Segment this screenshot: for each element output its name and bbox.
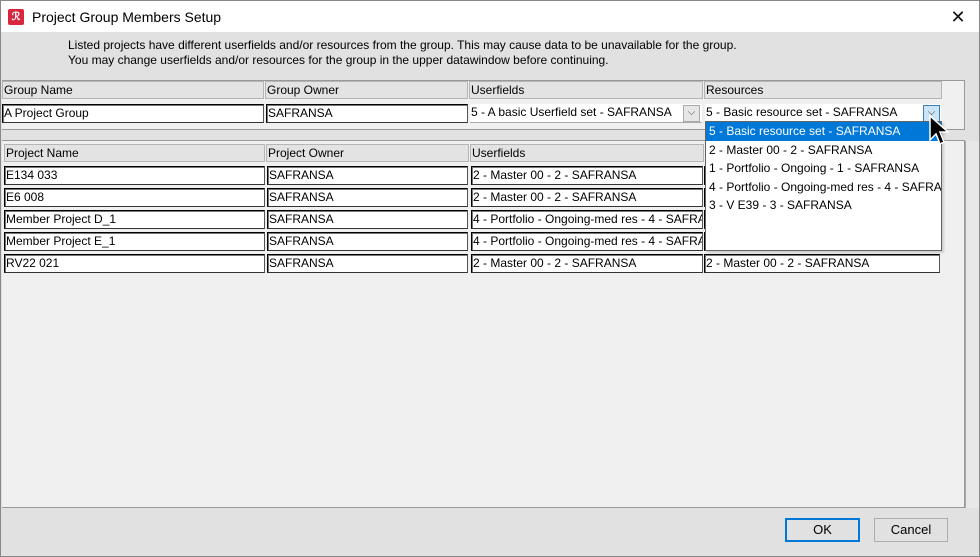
dropdown-option[interactable]: 3 - V E39 - 3 - SAFRANSA (706, 196, 941, 215)
project-owner-cell[interactable]: SAFRANSA (267, 166, 468, 185)
window-title: Project Group Members Setup (32, 9, 222, 25)
header-group-name: Group Name (2, 81, 264, 99)
project-userfields-cell[interactable]: 2 - Master 00 - 2 - SAFRANSA (471, 166, 703, 185)
userfields-dropdown-button[interactable]: ⌵ (683, 105, 700, 122)
header-project-name: Project Name (4, 144, 265, 162)
chevron-down-icon: ⌵ (687, 107, 696, 118)
group-userfields-select[interactable]: 5 - A basic Userfield set - SAFRANSA (470, 104, 702, 123)
group-owner-field[interactable]: SAFRANSA (266, 104, 468, 123)
dropdown-option[interactable]: 1 - Portfolio - Ongoing - 1 - SAFRANSA (706, 159, 941, 178)
group-name-field[interactable]: A Project Group (2, 104, 264, 123)
close-icon: ✕ (950, 7, 966, 27)
project-owner-cell[interactable]: SAFRANSA (267, 254, 468, 273)
project-name-cell[interactable]: E6 008 (4, 188, 265, 207)
header-group-resources: Resources (704, 81, 942, 99)
header-project-owner: Project Owner (266, 144, 469, 162)
title-bar: ℛ Project Group Members Setup ✕ (1, 1, 979, 32)
dropdown-option[interactable]: 5 - Basic resource set - SAFRANSA (706, 122, 941, 141)
project-name-cell[interactable]: E134 033 (4, 166, 265, 185)
dropdown-option[interactable]: 4 - Portfolio - Ongoing-med res - 4 - SA… (706, 178, 941, 197)
project-name-cell[interactable]: RV22 021 (4, 254, 265, 273)
info-message: Listed projects have different userfield… (68, 38, 737, 67)
resources-dropdown-list[interactable]: 5 - Basic resource set - SAFRANSA 2 - Mas… (705, 121, 942, 251)
project-owner-cell[interactable]: SAFRANSA (267, 210, 468, 229)
project-userfields-cell[interactable]: 2 - Master 00 - 2 - SAFRANSA (471, 188, 703, 207)
group-resources-value: 5 - Basic resource set - SAFRANSA (706, 105, 898, 119)
project-owner-cell[interactable]: SAFRANSA (267, 188, 468, 207)
project-userfields-cell[interactable]: 4 - Portfolio - Ongoing-med res - 4 - SA… (471, 210, 703, 229)
project-resources-cell[interactable]: 2 - Master 00 - 2 - SAFRANSA (704, 254, 940, 273)
header-project-userfields: Userfields (470, 144, 704, 162)
vertical-scrollbar[interactable] (965, 141, 979, 508)
header-group-userfields: Userfields (469, 81, 703, 99)
project-name-cell[interactable]: Member Project E_1 (4, 232, 265, 251)
dropdown-option[interactable]: 2 - Master 00 - 2 - SAFRANSA (706, 141, 941, 160)
dialog-window: ℛ Project Group Members Setup ✕ Listed p… (0, 0, 980, 557)
project-userfields-cell[interactable]: 2 - Master 00 - 2 - SAFRANSA (471, 254, 703, 273)
ok-button[interactable]: OK (785, 518, 860, 542)
header-group-owner: Group Owner (265, 81, 468, 99)
app-logo-icon: ℛ (8, 9, 24, 25)
mouse-cursor-icon (929, 114, 950, 146)
project-userfields-cell[interactable]: 4 - Portfolio - Ongoing-med res - 4 - SA… (471, 232, 703, 251)
cancel-button[interactable]: Cancel (874, 518, 948, 542)
close-button[interactable]: ✕ (946, 6, 970, 28)
group-userfields-value: 5 - A basic Userfield set - SAFRANSA (471, 105, 672, 119)
project-owner-cell[interactable]: SAFRANSA (267, 232, 468, 251)
project-name-cell[interactable]: Member Project D_1 (4, 210, 265, 229)
